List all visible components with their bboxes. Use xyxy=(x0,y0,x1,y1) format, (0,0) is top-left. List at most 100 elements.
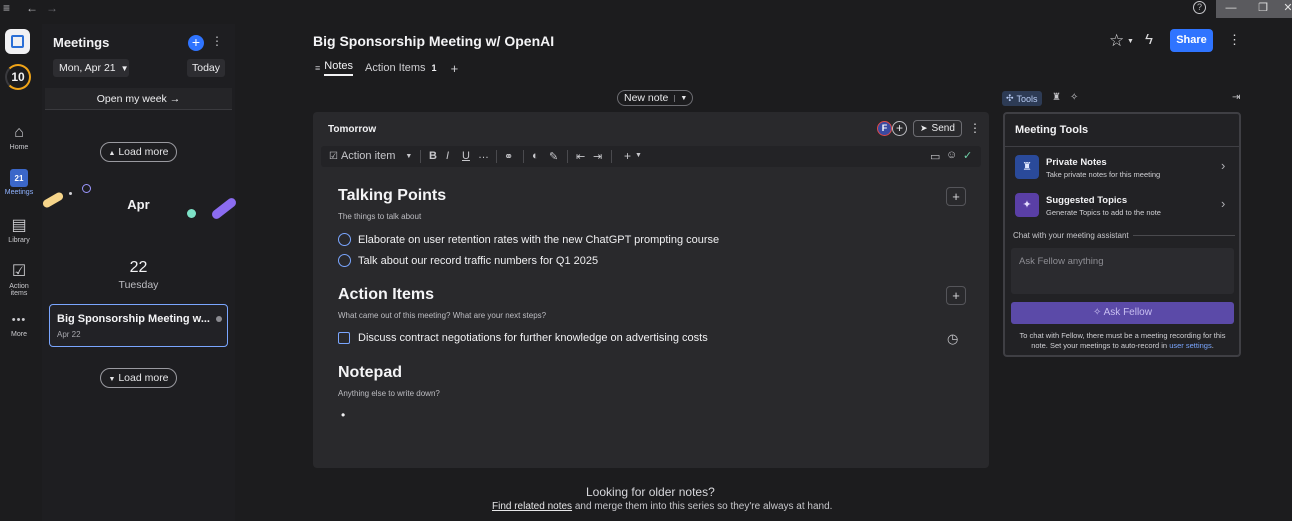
outdent-icon[interactable]: ⇤ xyxy=(576,150,585,163)
main-area: Big Sponsorship Meeting w/ OpenAI ☆ ▼ ϟ … xyxy=(235,16,1292,521)
day-number: 22 xyxy=(129,259,148,276)
caret-down-icon[interactable]: ▼ xyxy=(674,94,692,102)
meeting-card-title: Big Sponsorship Meeting w... xyxy=(57,313,210,325)
sparkle-icon[interactable]: ✧ xyxy=(1070,92,1078,103)
streak-badge[interactable]: 10 xyxy=(5,64,31,90)
rail-meetings[interactable]: 21 Meetings xyxy=(0,169,38,196)
palette-icon[interactable]: ◐ xyxy=(532,150,539,162)
more-format-icon[interactable]: … xyxy=(478,149,489,161)
caret-down-icon[interactable]: ▼ xyxy=(1127,38,1134,45)
open-my-week-button[interactable]: Open my week → xyxy=(45,88,232,110)
highlighter-icon[interactable]: ✎ xyxy=(549,150,558,163)
load-more-bottom-button[interactable]: ▼ Load more xyxy=(100,368,177,388)
section-subtitle: What came out of this meeting? What are … xyxy=(338,311,547,320)
sparkle-icon: ✦ xyxy=(1015,193,1039,217)
meeting-tools-title: Meeting Tools xyxy=(1015,124,1089,136)
tab-notes[interactable]: Notes xyxy=(324,60,354,76)
meeting-tools-panel: Meeting Tools ♜ Private Notes Take priva… xyxy=(1003,112,1241,357)
tab-tools[interactable]: ✣ Tools xyxy=(1002,91,1042,106)
forward-arrow-icon[interactable]: → xyxy=(46,0,58,16)
bold-button[interactable]: B xyxy=(429,150,437,162)
check-icon[interactable]: ✓ xyxy=(963,149,972,162)
meeting-card[interactable]: Big Sponsorship Meeting w... Apr 22 xyxy=(49,304,228,347)
ask-fellow-input[interactable]: Ask Fellow anything xyxy=(1011,248,1234,294)
lightning-icon[interactable]: ϟ xyxy=(1145,31,1153,48)
rail-more[interactable]: ••• More xyxy=(0,311,38,338)
incognito-icon[interactable]: ♜ xyxy=(1052,92,1061,103)
emoji-icon[interactable]: ☺ xyxy=(946,149,957,161)
date-selector[interactable]: Mon, Apr 21 ▼ xyxy=(53,59,129,77)
insert-plus-icon[interactable]: + xyxy=(624,149,631,163)
star-icon[interactable]: ☆ xyxy=(1109,31,1124,51)
home-icon: ⌂ xyxy=(14,124,24,141)
caret-down-icon: ▼ xyxy=(405,152,413,160)
notepad-bullet[interactable]: • xyxy=(341,408,345,422)
hamburger-menu-icon[interactable]: ≡ xyxy=(3,0,10,16)
rail-action-items[interactable]: ☑ Action items xyxy=(0,263,38,297)
help-icon[interactable]: ? xyxy=(1193,1,1206,14)
add-tab-icon[interactable]: + xyxy=(451,61,459,76)
fellow-logo[interactable] xyxy=(5,29,30,54)
radio-circle-icon[interactable] xyxy=(338,233,351,246)
checkbox-icon[interactable] xyxy=(338,332,350,344)
send-button[interactable]: ➤ Send xyxy=(913,120,962,137)
left-rail: 10 ⌂ Home 21 Meetings ▤ Library ☑ Action… xyxy=(0,16,42,521)
underline-button[interactable]: U xyxy=(462,150,470,162)
chevron-right-icon: › xyxy=(1221,158,1226,173)
title-bar: ≡ ← → ? — ❐ ✕ xyxy=(0,0,1292,18)
section-subtitle: The things to talk about xyxy=(338,212,422,221)
indent-icon[interactable]: ⇥ xyxy=(593,150,602,163)
share-button[interactable]: Share xyxy=(1170,29,1213,52)
suggested-topics-item[interactable]: ✦ Suggested Topics Generate Topics to ad… xyxy=(1009,189,1235,223)
status-dot xyxy=(216,316,222,322)
ask-fellow-footer: To chat with Fellow, there must be a mee… xyxy=(1019,331,1226,350)
page-kebab-icon[interactable]: ⋮ xyxy=(1228,32,1241,48)
tab-action-items[interactable]: Action Items xyxy=(365,62,426,74)
meetings-panel: Meetings + ⋮ Mon, Apr 21 ▼ Today Open my… xyxy=(41,24,238,521)
add-talking-point-button[interactable]: + xyxy=(946,187,966,206)
ask-fellow-button[interactable]: ✧ Ask Fellow xyxy=(1011,302,1234,324)
sparkle-icon: ✧ xyxy=(1093,307,1102,318)
meetings-title: Meetings xyxy=(53,35,110,50)
today-button[interactable]: Today xyxy=(187,59,225,77)
chat-label-row: Chat with your meeting assistant xyxy=(1013,231,1235,240)
add-attendee-button[interactable]: + xyxy=(892,121,907,136)
chevron-right-icon: › xyxy=(1221,196,1226,211)
decor-dot xyxy=(69,192,72,195)
link-icon[interactable]: ⚭ xyxy=(504,150,513,163)
radio-circle-icon[interactable] xyxy=(338,254,351,267)
avatar[interactable]: F xyxy=(877,121,892,136)
load-more-top-button[interactable]: ▲ Load more xyxy=(100,142,177,162)
private-notes-icon: ♜ xyxy=(1015,155,1039,179)
rail-home[interactable]: ⌂ Home xyxy=(0,124,38,151)
checkbox-icon: ☑ xyxy=(11,263,27,280)
find-related-notes-link[interactable]: Find related notes xyxy=(492,501,572,512)
list-item: Discuss contract negotiations for furthe… xyxy=(338,332,708,344)
italic-button[interactable]: I xyxy=(446,150,449,162)
add-meeting-button[interactable]: + xyxy=(188,35,204,51)
comment-icon[interactable]: ▭ xyxy=(930,150,940,163)
section-title-talking-points: Talking Points xyxy=(338,187,447,204)
tab-badge: 1 xyxy=(431,63,437,73)
caret-down-icon[interactable]: ▼ xyxy=(635,152,642,159)
list-item: Talk about our record traffic numbers fo… xyxy=(338,254,598,267)
note-kebab-icon[interactable]: ⋮ xyxy=(969,121,981,135)
checkbox-icon: ☑ xyxy=(329,150,338,162)
clock-icon[interactable]: ◷ xyxy=(947,331,958,347)
meetings-kebab-icon[interactable]: ⋮ xyxy=(211,34,223,48)
block-type-select[interactable]: ☑ Action item ▼ xyxy=(329,150,412,162)
older-notes-text: Find related notes and merge them into t… xyxy=(492,501,833,512)
back-arrow-icon[interactable]: ← xyxy=(26,0,38,16)
list-item: Elaborate on user retention rates with t… xyxy=(338,233,719,246)
user-settings-link[interactable]: user settings xyxy=(1169,341,1212,350)
tabs: ≡ Notes Action Items 1 + xyxy=(315,60,458,76)
private-notes-item[interactable]: ♜ Private Notes Take private notes for t… xyxy=(1009,151,1235,185)
rail-library[interactable]: ▤ Library xyxy=(0,217,38,244)
caret-up-icon: ▲ xyxy=(108,150,116,157)
collapse-panel-icon[interactable]: ⇥ xyxy=(1232,92,1240,103)
send-icon: ➤ xyxy=(920,123,928,133)
caret-down-icon: ▼ xyxy=(108,376,116,383)
section-subtitle: Anything else to write down? xyxy=(338,389,440,398)
add-action-item-button[interactable]: + xyxy=(946,286,966,305)
new-note-button[interactable]: New note ▼ xyxy=(617,90,694,106)
